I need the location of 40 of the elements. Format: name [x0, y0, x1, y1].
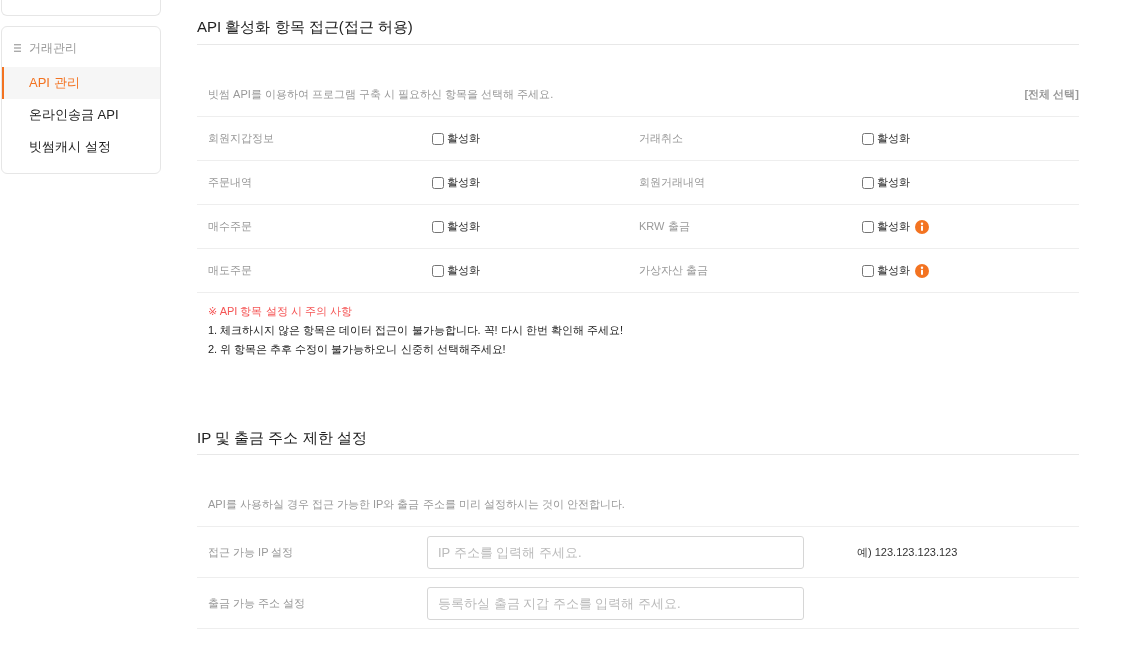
activate-checkbox[interactable]	[432, 132, 444, 145]
text-input[interactable]: IP 주소를 입력해 주세요.	[427, 536, 804, 569]
example-text: 예) 123.123.123.123	[857, 545, 958, 560]
section-description: 빗썸 API를 이용하여 프로그램 구축 시 필요하신 항목을 선택해 주세요.	[208, 87, 554, 102]
activate-checkbox[interactable]	[862, 264, 874, 277]
checkbox-label[interactable]: 활성화	[877, 263, 910, 278]
section-title: IP 및 출금 주소 제한 설정	[197, 428, 1079, 455]
permission-label: 회원지갑정보	[208, 131, 274, 146]
text-input[interactable]: 등록하실 출금 지갑 주소를 입력해 주세요.	[427, 587, 804, 620]
activate-checkbox[interactable]	[432, 176, 444, 189]
permission-label: 매수주문	[208, 219, 252, 234]
checkbox-label[interactable]: 활성화	[877, 175, 910, 190]
permission-label: 매도주문	[208, 263, 252, 278]
menu-icon	[14, 44, 21, 52]
activate-checkbox[interactable]	[862, 220, 874, 233]
permission-label: 거래취소	[639, 131, 683, 146]
activate-checkbox[interactable]	[862, 176, 874, 189]
activate-checkbox[interactable]	[862, 132, 874, 145]
permission-label: 주문내역	[208, 175, 252, 190]
sidebar-section-title: 거래관리	[29, 40, 77, 56]
checkbox-label[interactable]: 활성화	[447, 263, 480, 278]
section-description: API를 사용하실 경우 접근 가능한 IP와 출금 주소를 미리 설정하시는 것이 안전합니다.	[208, 497, 625, 512]
checkbox-label[interactable]: 활성화	[447, 131, 480, 146]
checkbox-label[interactable]: 활성화	[877, 219, 910, 234]
permission-label: 회원거래내역	[639, 175, 705, 190]
field-label: 출금 가능 주소 설정	[208, 596, 306, 611]
sidebar-item[interactable]: 빗썸캐시 설정	[2, 131, 160, 163]
checkbox-label[interactable]: 활성화	[877, 131, 910, 146]
checkbox-label[interactable]: 활성화	[447, 175, 480, 190]
checkbox-label[interactable]: 활성화	[447, 219, 480, 234]
activate-checkbox[interactable]	[432, 264, 444, 277]
permission-label: KRW 출금	[639, 219, 690, 234]
activate-checkbox[interactable]	[432, 220, 444, 233]
notice-line: 2. 위 항목은 추후 수정이 불가능하오니 신중히 선택해주세요!	[208, 342, 506, 357]
sidebar-item[interactable]: 온라인송금 API	[2, 99, 160, 131]
notice-title: ※ API 항목 설정 시 주의 사항	[208, 304, 352, 319]
section-title: API 활성화 항목 접근(접근 허용)	[197, 17, 1079, 45]
permission-label: 가상자산 출금	[639, 263, 709, 278]
field-label: 접근 가능 IP 설정	[208, 545, 294, 560]
notice-line: 1. 체크하시지 않은 항목은 데이터 접근이 불가능합니다. 꼭! 다시 한번 확인해 주세요!	[208, 323, 623, 338]
